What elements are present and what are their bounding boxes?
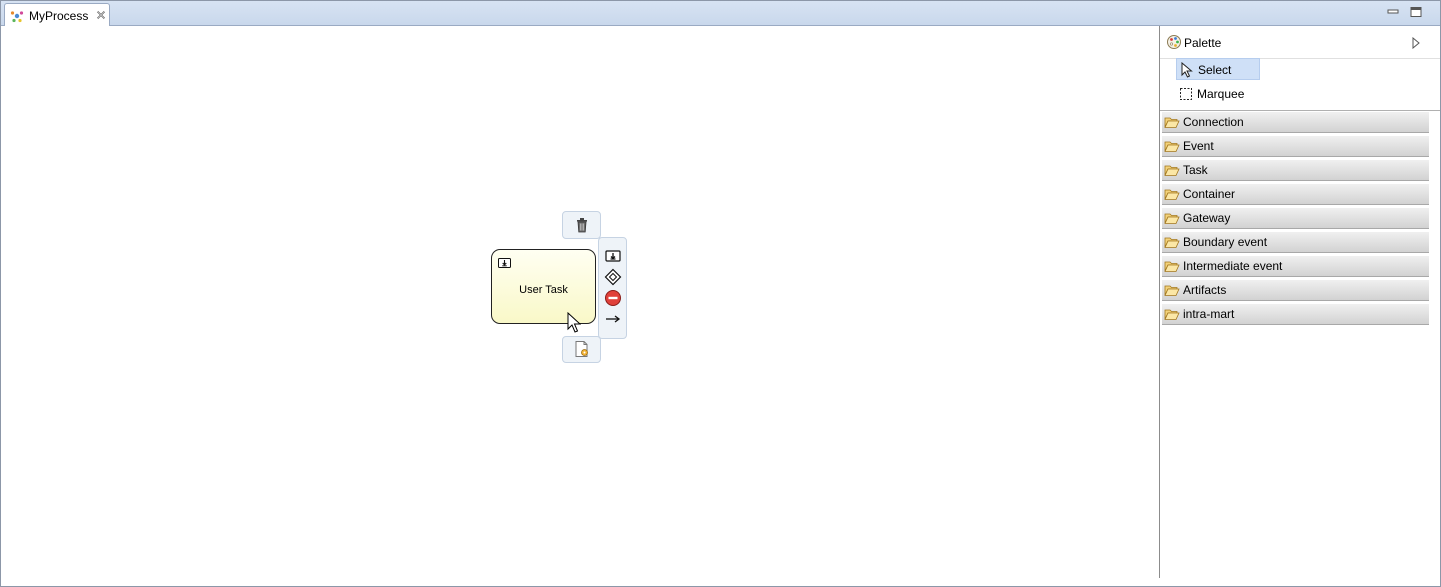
drawer-intra-mart[interactable]: intra-mart <box>1162 304 1429 325</box>
drawer-label: Connection <box>1183 115 1244 129</box>
sequence-flow-arrow-icon[interactable] <box>604 310 622 328</box>
drawer-boundary-event[interactable]: Boundary event <box>1162 232 1429 253</box>
tool-label: Select <box>1198 63 1232 77</box>
tool-marquee[interactable]: Marquee <box>1176 83 1260 105</box>
properties-icon[interactable] <box>573 340 591 358</box>
drawer-connection[interactable]: Connection <box>1162 112 1429 133</box>
folder-open-icon <box>1164 189 1180 200</box>
drawer-task[interactable]: Task <box>1162 160 1429 181</box>
drawer-label: Artifacts <box>1183 283 1227 297</box>
folder-open-icon <box>1164 261 1180 272</box>
marquee-icon <box>1180 88 1192 100</box>
drawer-intermediate-event[interactable]: Intermediate event <box>1162 256 1429 277</box>
tab-myprocess[interactable]: MyProcess <box>4 3 110 26</box>
palette-title: Palette <box>1184 36 1222 50</box>
editor-tab-bar: MyProcess <box>1 1 1440 26</box>
drawer-label: Intermediate event <box>1183 259 1283 273</box>
minimize-icon[interactable] <box>1386 6 1400 18</box>
folder-open-icon <box>1164 213 1180 224</box>
drawer-gateway[interactable]: Gateway <box>1162 208 1429 229</box>
folder-open-icon <box>1164 309 1180 320</box>
folder-open-icon <box>1164 141 1180 152</box>
user-task-icon <box>498 258 511 268</box>
folder-open-icon <box>1164 165 1180 176</box>
delete-icon[interactable] <box>573 216 591 234</box>
gateway-icon[interactable] <box>604 268 622 286</box>
maximize-icon[interactable] <box>1409 6 1423 18</box>
palette-icon <box>1167 35 1181 49</box>
drawer-label: Container <box>1183 187 1236 201</box>
palette-panel: Palette Select Marquee Connection Event <box>1159 26 1440 578</box>
folder-open-icon <box>1164 237 1180 248</box>
drawer-event[interactable]: Event <box>1162 136 1429 157</box>
drawer-label: Event <box>1183 139 1214 153</box>
folder-open-icon <box>1164 285 1180 296</box>
drawer-container[interactable]: Container <box>1162 184 1429 205</box>
context-pad-right <box>598 237 627 339</box>
editor-window: MyProcess User Task Palette Select Marqu… <box>0 0 1441 587</box>
context-pad-top <box>562 211 601 239</box>
drawer-artifacts[interactable]: Artifacts <box>1162 280 1429 301</box>
drawer-label: Gateway <box>1183 211 1231 225</box>
end-event-icon[interactable] <box>604 289 622 307</box>
palette-header: Palette <box>1160 26 1440 59</box>
task-label: User Task <box>519 284 568 296</box>
palette-bottom-gap <box>1159 578 1440 586</box>
tool-label: Marquee <box>1197 87 1245 101</box>
drawer-label: Task <box>1183 163 1208 177</box>
drawer-label: Boundary event <box>1183 235 1268 249</box>
tab-label: MyProcess <box>29 9 89 23</box>
context-pad-bottom <box>562 336 601 363</box>
process-icon <box>10 11 24 23</box>
palette-separator <box>1160 110 1440 111</box>
tool-select[interactable]: Select <box>1176 58 1260 80</box>
collapse-palette-icon[interactable] <box>1411 37 1421 49</box>
folder-open-icon <box>1164 117 1180 128</box>
drawer-label: intra-mart <box>1183 307 1235 321</box>
mouse-cursor-icon <box>567 312 581 333</box>
close-icon[interactable] <box>95 9 107 21</box>
user-task-icon[interactable] <box>604 247 622 265</box>
select-arrow-icon <box>1181 62 1193 78</box>
